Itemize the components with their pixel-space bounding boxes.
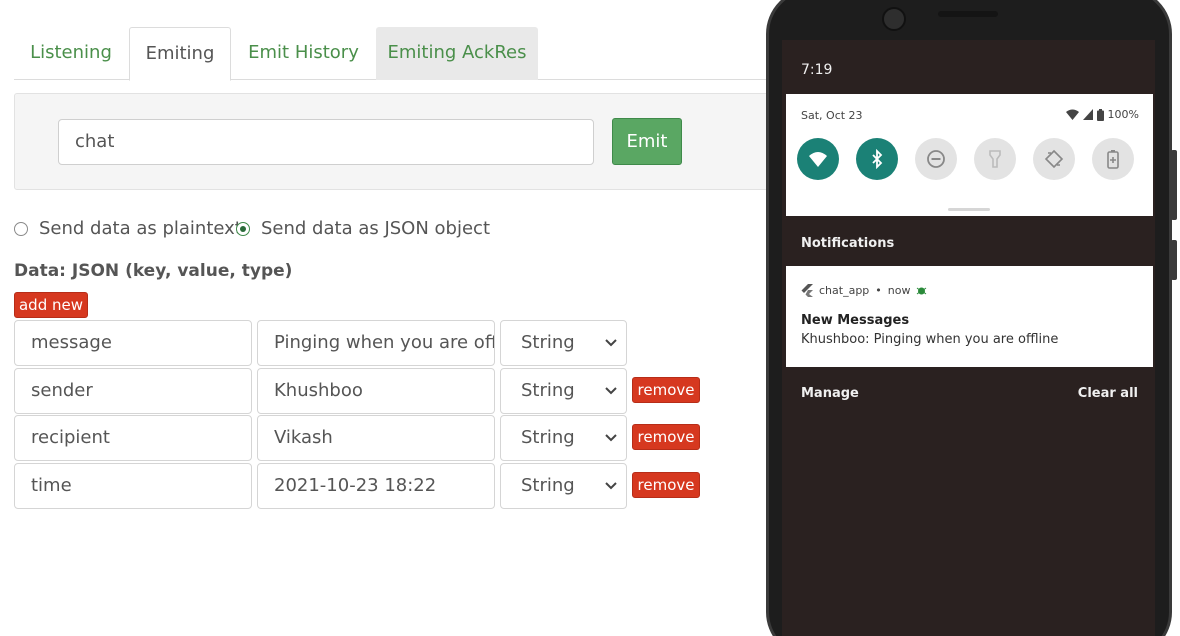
tab-emit-history[interactable]: Emit History [231,27,376,80]
bluetooth-icon [872,149,883,169]
earpiece-speaker [938,11,998,17]
battery-saver-tile[interactable] [1092,138,1134,180]
auto-rotate-tile[interactable] [1033,138,1075,180]
wifi-status-icon [1065,109,1079,120]
notification-title: New Messages [801,313,910,328]
type-select[interactable]: String [500,463,627,509]
dnd-tile[interactable] [915,138,957,180]
manage-button[interactable]: Manage [801,386,859,401]
volume-button[interactable] [1171,150,1177,220]
notification-time: now [887,284,911,297]
value-input[interactable]: Vikash [257,415,495,461]
remove-button[interactable]: remove [632,377,700,403]
key-input[interactable]: message [14,320,252,366]
plaintext-label: Send data as plaintext [39,218,242,239]
battery-percent: 100% [1107,108,1139,121]
battery-status-icon [1096,108,1104,121]
status-clock: 7:19 [801,62,833,78]
type-select[interactable]: String [500,320,627,366]
notification-separator: • [875,284,882,297]
wifi-icon [809,152,827,167]
add-new-button[interactable]: add new [14,292,88,318]
value-input[interactable]: 2021-10-23 18:22 [257,463,495,509]
phone-screen: 7:19 Sat, Oct 23 100% Notifications chat… [782,40,1155,636]
flashlight-icon [989,150,1001,168]
chevron-down-icon [605,339,617,347]
battery-saver-icon [1107,150,1119,169]
notification-text: Khushboo: Pinging when you are offline [801,332,1059,347]
tab-bar: Listening Emiting Emit History Emiting A… [14,27,814,81]
clear-all-button[interactable]: Clear all [1078,386,1138,401]
data-row: message Pinging when you are offline Str… [14,320,714,366]
bug-icon [917,287,927,295]
quick-settings-panel: Sat, Oct 23 100% [786,94,1153,216]
tab-listening[interactable]: Listening [14,27,128,80]
remove-button[interactable]: remove [632,472,700,498]
qs-drag-handle[interactable] [948,208,990,211]
do-not-disturb-icon [927,150,945,168]
type-select[interactable]: String [500,415,627,461]
flutter-icon [801,284,813,297]
notification-app-row: chat_app • now [801,284,927,297]
value-input[interactable]: Pinging when you are offline [257,320,495,366]
front-camera-icon [882,7,906,31]
type-select-value: String [521,332,575,353]
auto-rotate-icon [1044,149,1064,169]
flashlight-tile[interactable] [974,138,1016,180]
chevron-down-icon [605,434,617,442]
type-select-value: String [521,427,575,448]
plaintext-radio[interactable] [14,222,28,236]
event-name-input[interactable]: chat [58,119,594,165]
cell-signal-icon [1082,109,1093,120]
remove-button[interactable]: remove [632,424,700,450]
value-input[interactable]: Khushboo [257,368,495,414]
chevron-down-icon [605,387,617,395]
key-input[interactable]: recipient [14,415,252,461]
data-row: recipient Vikash String remove [14,415,714,461]
qs-status-bar: 100% [1065,108,1139,121]
data-row: sender Khushboo String remove [14,368,714,414]
wifi-tile[interactable] [797,138,839,180]
tab-emiting-ackres[interactable]: Emiting AckRes [376,27,538,80]
qs-date: Sat, Oct 23 [801,109,863,122]
key-input[interactable]: time [14,463,252,509]
data-section-title: Data: JSON (key, value, type) [14,261,293,281]
type-select-value: String [521,380,575,401]
json-radio[interactable] [236,222,250,236]
type-select-value: String [521,475,575,496]
chevron-down-icon [605,482,617,490]
android-phone: 7:19 Sat, Oct 23 100% Notifications chat… [766,0,1180,636]
notification-card[interactable]: chat_app • now New Messages Khushboo: Pi… [786,266,1153,367]
data-row: time 2021-10-23 18:22 String remove [14,463,714,509]
type-select[interactable]: String [500,368,627,414]
notifications-header: Notifications [801,236,895,251]
bluetooth-tile[interactable] [856,138,898,180]
emit-panel: chat Emit [14,93,814,190]
tab-emiting[interactable]: Emiting [129,27,231,81]
json-label: Send data as JSON object [261,218,491,239]
power-button[interactable] [1171,240,1177,280]
emit-button[interactable]: Emit [612,118,682,165]
notification-app-name: chat_app [819,284,870,297]
key-input[interactable]: sender [14,368,252,414]
